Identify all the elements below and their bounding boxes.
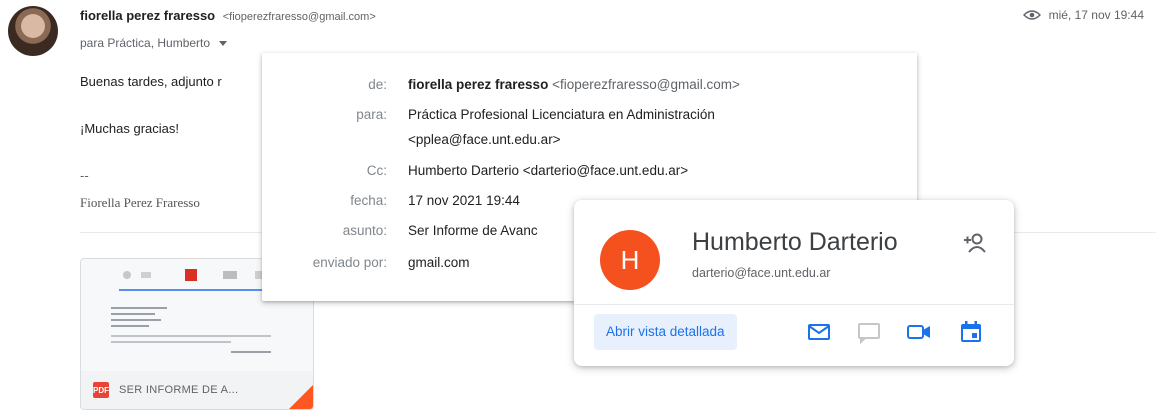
show-details-chevron-icon[interactable] (219, 41, 228, 47)
video-icon[interactable] (906, 320, 932, 344)
cc-label: Cc: (366, 163, 387, 178)
sent-by-value: gmail.com (408, 255, 470, 270)
attachment-name: SER INFORME DE A... (119, 384, 239, 396)
subject-value: Ser Informe de Avanc (408, 223, 538, 238)
to-line-2: <pplea@face.unt.edu.ar> (408, 132, 561, 147)
sent-by-label: enviado por: (312, 255, 387, 270)
mail-icon[interactable] (806, 320, 832, 344)
sender-avatar[interactable] (8, 6, 58, 56)
to-line-1: Práctica Profesional Licenciatura en Adm… (408, 107, 715, 122)
cc-value[interactable]: Humberto Darterio <darterio@face.unt.edu… (408, 163, 688, 178)
sender-line: fiorella perez fraresso <fioperezfraress… (80, 8, 376, 23)
contact-avatar: H (600, 230, 660, 290)
attachment-corner (289, 385, 313, 409)
recipients-text: para Práctica, Humberto (80, 36, 211, 50)
open-detailed-view-button[interactable]: Abrir vista detallada (594, 314, 737, 350)
from-value: fiorella perez fraresso <fioperezfraress… (408, 77, 740, 92)
contact-hover-card: H Humberto Darterio darterio@face.unt.ed… (574, 200, 1014, 366)
pdf-file-icon: PDF (93, 382, 109, 398)
sender-name[interactable]: fiorella perez fraresso (80, 8, 215, 23)
chat-icon[interactable] (856, 320, 882, 344)
contact-name: Humberto Darterio (692, 228, 898, 256)
body-line-2: ¡Muchas gracias! (80, 121, 179, 136)
add-contact-icon[interactable] (962, 230, 988, 256)
email-date: mié, 17 nov 19:44 (1048, 8, 1144, 22)
calendar-icon[interactable] (958, 320, 984, 344)
date-label: fecha: (350, 193, 387, 208)
contact-email: darterio@face.unt.edu.ar (692, 266, 831, 280)
signature: Fiorella Perez Fraresso (80, 195, 200, 210)
recipients-summary: para Práctica, Humberto (80, 36, 228, 50)
sender-email: <fioperezfraresso@gmail.com> (222, 11, 376, 23)
card-divider (574, 304, 1014, 305)
from-label: de: (368, 77, 387, 92)
from-name[interactable]: fiorella perez fraresso (408, 77, 548, 92)
attachment-footer: PDF SER INFORME DE A... (81, 371, 313, 409)
date-area: mié, 17 nov 19:44 (1022, 8, 1144, 22)
date-value: 17 nov 2021 19:44 (408, 193, 520, 208)
subject-label: asunto: (342, 223, 387, 238)
from-email: <fioperezfraresso@gmail.com> (552, 77, 740, 92)
body-line-1: Buenas tardes, adjunto r (80, 74, 222, 89)
to-label: para: (356, 107, 387, 122)
eye-icon (1022, 10, 1041, 20)
signature-separator: -- (80, 168, 89, 183)
